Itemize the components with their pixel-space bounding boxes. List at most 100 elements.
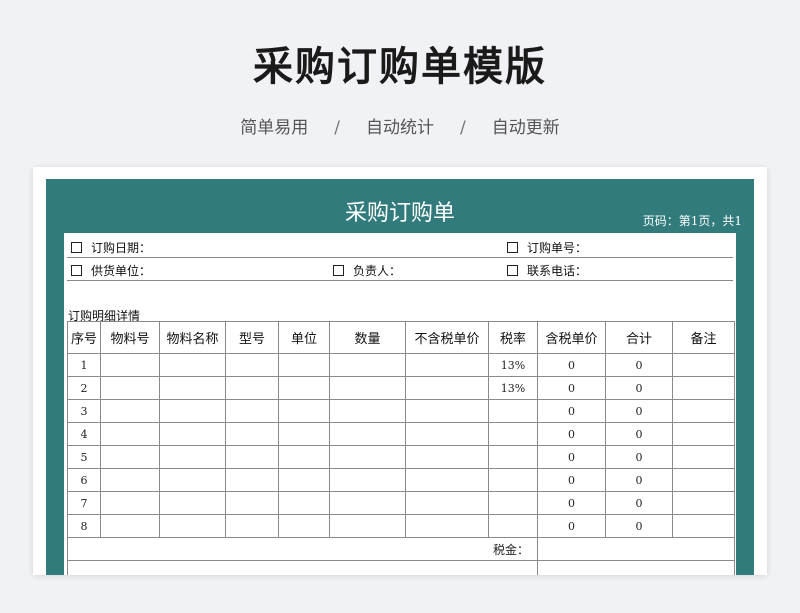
cell-total[interactable]: 0 [605, 514, 673, 538]
order-number-field[interactable]: 订购单号： [507, 239, 587, 256]
person-in-charge-field[interactable]: 负责人： [333, 262, 401, 279]
table-cell[interactable] [329, 445, 406, 469]
cell-price-tax[interactable]: 0 [537, 491, 606, 515]
cell-tax-rate[interactable]: 13% [488, 376, 538, 400]
table-cell[interactable] [672, 376, 735, 400]
cell-price-tax[interactable]: 0 [537, 399, 606, 423]
table-cell[interactable] [100, 468, 160, 492]
cell-total[interactable]: 0 [605, 376, 673, 400]
table-cell[interactable] [329, 491, 406, 515]
table-cell[interactable] [225, 445, 279, 469]
cell-no[interactable]: 4 [67, 422, 101, 446]
table-cell[interactable] [100, 376, 160, 400]
table-cell[interactable] [100, 353, 160, 377]
table-cell[interactable] [672, 445, 735, 469]
checkbox-icon[interactable] [507, 242, 518, 253]
table-cell[interactable] [405, 399, 489, 423]
table-cell[interactable] [329, 422, 406, 446]
order-date-field[interactable]: 订购日期： [71, 239, 151, 256]
table-cell[interactable] [225, 399, 279, 423]
table-cell[interactable] [159, 445, 226, 469]
cell-no[interactable]: 6 [67, 468, 101, 492]
tax-value-cell[interactable] [537, 537, 735, 561]
cell-price-tax[interactable]: 0 [537, 445, 606, 469]
cell-price-tax[interactable]: 0 [537, 376, 606, 400]
cell-total[interactable]: 0 [605, 399, 673, 423]
cell-no[interactable]: 8 [67, 514, 101, 538]
table-cell[interactable] [672, 399, 735, 423]
table-cell[interactable] [278, 468, 330, 492]
table-cell[interactable] [159, 376, 226, 400]
cell-price-tax[interactable]: 0 [537, 468, 606, 492]
table-cell[interactable] [672, 514, 735, 538]
table-cell[interactable] [159, 399, 226, 423]
table-cell[interactable] [278, 514, 330, 538]
cell-tax-rate[interactable] [488, 399, 538, 423]
table-cell[interactable] [278, 376, 330, 400]
table-cell[interactable] [329, 399, 406, 423]
table-cell[interactable] [225, 376, 279, 400]
table-cell[interactable] [405, 422, 489, 446]
table-cell[interactable] [278, 491, 330, 515]
table-cell[interactable] [100, 514, 160, 538]
table-cell[interactable] [329, 514, 406, 538]
cell-total[interactable]: 0 [605, 422, 673, 446]
cell-no[interactable]: 1 [67, 353, 101, 377]
cell-tax-rate[interactable]: 13% [488, 353, 538, 377]
cell-tax-rate[interactable] [488, 514, 538, 538]
table-cell[interactable] [278, 445, 330, 469]
checkbox-icon[interactable] [71, 242, 82, 253]
table-cell[interactable] [159, 353, 226, 377]
cell-total[interactable]: 0 [605, 353, 673, 377]
table-cell[interactable] [672, 353, 735, 377]
phone-field[interactable]: 联系电话： [507, 262, 587, 279]
table-cell[interactable] [225, 353, 279, 377]
table-cell[interactable] [159, 514, 226, 538]
table-cell[interactable] [329, 468, 406, 492]
table-cell[interactable] [100, 445, 160, 469]
cell-no[interactable]: 2 [67, 376, 101, 400]
cell-total[interactable]: 0 [605, 491, 673, 515]
cell-price-tax[interactable]: 0 [537, 514, 606, 538]
table-cell[interactable] [672, 491, 735, 515]
cell-tax-rate[interactable] [488, 445, 538, 469]
supplier-field[interactable]: 供货单位： [71, 262, 151, 279]
table-cell[interactable] [225, 514, 279, 538]
checkbox-icon[interactable] [507, 265, 518, 276]
checkbox-icon[interactable] [71, 265, 82, 276]
table-cell[interactable] [100, 422, 160, 446]
cell-tax-rate[interactable] [488, 422, 538, 446]
cell-no[interactable]: 7 [67, 491, 101, 515]
cell-total[interactable]: 0 [605, 468, 673, 492]
table-cell[interactable] [672, 468, 735, 492]
table-cell[interactable] [225, 422, 279, 446]
table-cell[interactable] [225, 468, 279, 492]
table-cell[interactable] [405, 353, 489, 377]
cell-total[interactable]: 0 [605, 445, 673, 469]
table-cell[interactable] [67, 560, 538, 575]
table-cell[interactable] [537, 560, 735, 575]
cell-no[interactable]: 3 [67, 399, 101, 423]
table-cell[interactable] [672, 422, 735, 446]
table-cell[interactable] [329, 353, 406, 377]
cell-price-tax[interactable]: 0 [537, 422, 606, 446]
cell-price-tax[interactable]: 0 [537, 353, 606, 377]
table-cell[interactable] [278, 399, 330, 423]
table-cell[interactable] [159, 491, 226, 515]
table-cell[interactable] [225, 491, 279, 515]
table-cell[interactable] [405, 491, 489, 515]
checkbox-icon[interactable] [333, 265, 344, 276]
table-cell[interactable] [278, 353, 330, 377]
cell-tax-rate[interactable] [488, 491, 538, 515]
table-cell[interactable] [100, 491, 160, 515]
table-cell[interactable] [405, 514, 489, 538]
table-cell[interactable] [329, 376, 406, 400]
table-cell[interactable] [278, 422, 330, 446]
cell-no[interactable]: 5 [67, 445, 101, 469]
cell-tax-rate[interactable] [488, 468, 538, 492]
table-cell[interactable] [405, 445, 489, 469]
table-cell[interactable] [159, 468, 226, 492]
table-cell[interactable] [405, 468, 489, 492]
table-cell[interactable] [405, 376, 489, 400]
table-cell[interactable] [100, 399, 160, 423]
